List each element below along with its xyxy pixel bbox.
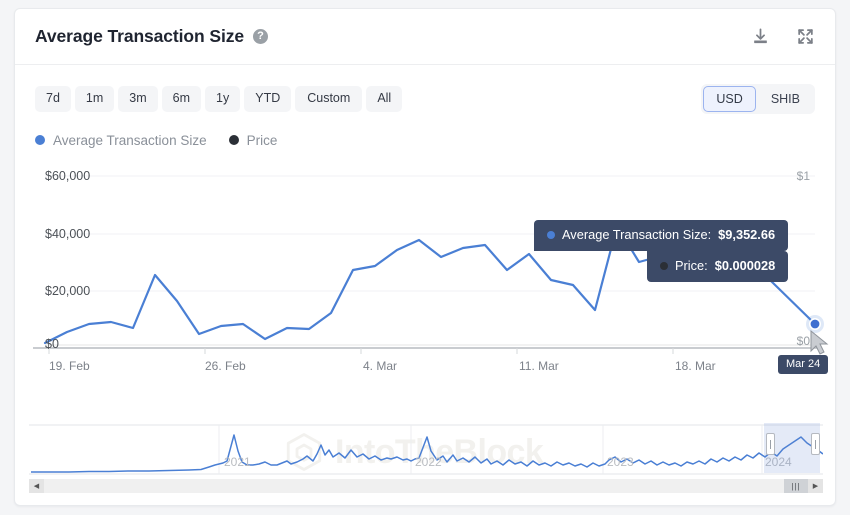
time-range-group: 7d 1m 3m 6m 1y YTD Custom All (35, 86, 403, 112)
navigator-year-label: 2023 (607, 455, 634, 469)
range-button-3m[interactable]: 3m (118, 86, 158, 112)
legend-item-average-transaction-size[interactable]: Average Transaction Size (35, 133, 207, 148)
range-button-6m[interactable]: 6m (161, 86, 202, 112)
x-axis-label: 18. Mar (675, 359, 716, 373)
currency-button-shib[interactable]: SHIB (758, 86, 813, 112)
x-axis-label: 4. Mar (363, 359, 397, 373)
range-button-custom[interactable]: Custom (295, 86, 363, 112)
range-button-ytd[interactable]: YTD (244, 86, 292, 112)
legend-label: Price (246, 132, 278, 148)
legend-dot-icon (35, 135, 45, 145)
legend-item-price[interactable]: Price (228, 132, 278, 148)
chart-legend: Average Transaction Size Price (15, 125, 835, 155)
header-actions (751, 27, 815, 46)
y-axis-label-right: $0 (797, 334, 811, 348)
range-button-all[interactable]: All (366, 86, 403, 112)
legend-label: Average Transaction Size (53, 132, 207, 148)
navigator-svg: 2021 2022 2023 2024 (29, 424, 823, 475)
help-circle-icon[interactable]: ? (253, 29, 268, 44)
navigator-scrollbar[interactable]: ◀ ▶ (29, 479, 823, 493)
controls-row: 7d 1m 3m 6m 1y YTD Custom All USD SHIB (15, 75, 835, 123)
mouse-cursor-icon (810, 329, 829, 355)
chart-plot-area[interactable]: $0 $20,000 $40,000 $60,000 $1 $0 19. Feb… (15, 159, 835, 471)
card-header: Average Transaction Size ? (15, 9, 835, 65)
navigator-year-label: 2021 (224, 455, 251, 469)
currency-toggle-group: USD SHIB (701, 84, 815, 114)
download-icon[interactable] (751, 27, 770, 46)
hover-marker-point (808, 318, 821, 331)
navigator-year-label: 2022 (415, 455, 442, 469)
chart-card: Average Transaction Size ? 7d 1m 3m 6m 1… (14, 8, 836, 506)
y-axis-label-right: $1 (797, 169, 811, 183)
range-button-7d[interactable]: 7d (35, 86, 71, 112)
y-axis-label-left: $40,000 (45, 227, 90, 241)
y-axis-label-left: $60,000 (45, 169, 90, 183)
y-axis-label-left: $0 (45, 337, 59, 351)
y-axis-label-left: $20,000 (45, 284, 90, 298)
currency-button-usd[interactable]: USD (703, 86, 756, 112)
navigator-handle-left[interactable] (766, 433, 775, 455)
x-axis-label: 19. Feb (49, 359, 90, 373)
expand-icon[interactable] (796, 27, 815, 46)
navigator-scroll-left-arrow[interactable]: ◀ (29, 479, 44, 493)
chart-svg: $0 $20,000 $40,000 $60,000 $1 $0 19. Feb… (33, 169, 829, 373)
range-button-1m[interactable]: 1m (74, 86, 115, 112)
series-line-average-transaction-size (43, 224, 817, 345)
range-button-1y[interactable]: 1y (205, 86, 241, 112)
x-axis-label: 11. Mar (519, 359, 559, 373)
x-axis-label: 26. Feb (205, 359, 246, 373)
navigator-handle-right[interactable] (811, 433, 820, 455)
page-title: Average Transaction Size (35, 26, 244, 46)
x-axis-active-label: Mar 24 (778, 355, 829, 374)
navigator-scroll-right-arrow[interactable]: ▶ (808, 479, 823, 493)
navigator-scroll-grip[interactable]: ||| (784, 479, 808, 493)
chart-navigator[interactable]: 2021 2022 2023 2024 ◀ ▶ ||| (29, 421, 823, 493)
legend-dot-icon (228, 135, 239, 145)
